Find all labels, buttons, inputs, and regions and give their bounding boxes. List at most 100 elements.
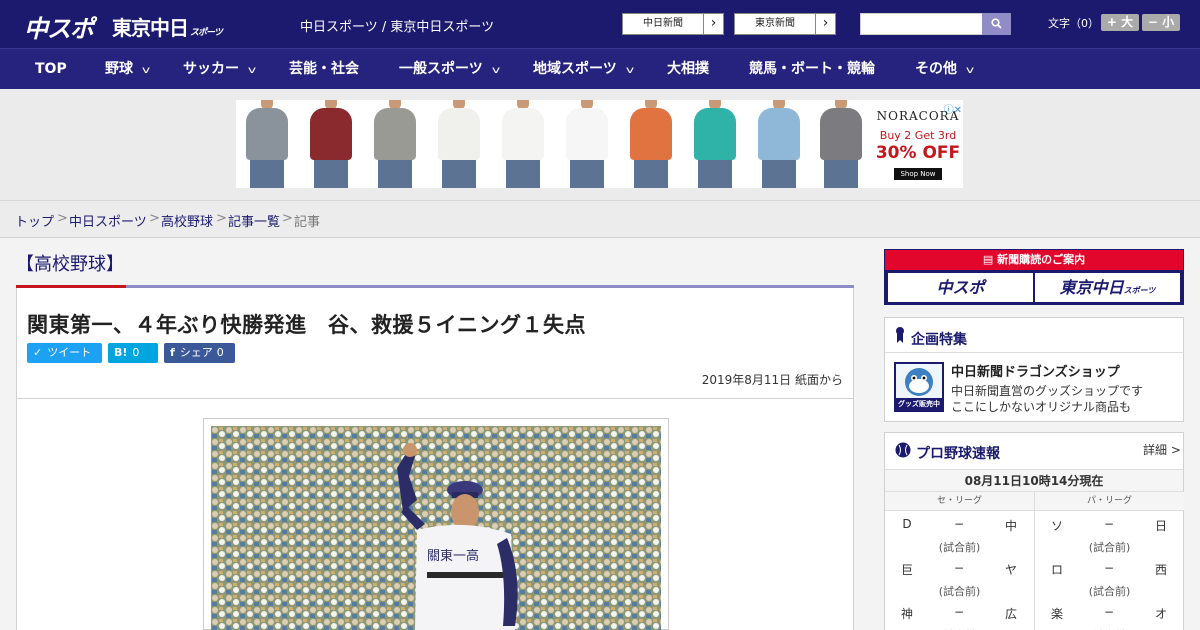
ad-product-image[interactable] <box>236 100 298 188</box>
search-button[interactable] <box>982 13 1011 35</box>
shirt-shape <box>438 108 480 160</box>
pitcher-photo-illustration: 關東一高 <box>211 426 661 630</box>
ad-product-image[interactable] <box>300 100 362 188</box>
category-title[interactable]: 【高校野球】 <box>16 250 124 276</box>
breadcrumb-article-list[interactable]: 記事一覧 <box>228 211 280 230</box>
font-size-label: 文字（0） <box>1048 17 1099 30</box>
tokyo-logo-sub: スポーツ <box>190 28 223 38</box>
chevron-right-icon: › <box>815 14 835 34</box>
chevron-down-icon: v <box>491 65 500 76</box>
promo-header: ▤ 新聞購読のご案内 <box>885 250 1183 270</box>
search-icon <box>991 18 1002 29</box>
nav-item-sumo[interactable]: 大相撲 <box>667 49 709 90</box>
chunichi-shimbun-link[interactable]: 中日新聞 › <box>622 13 724 35</box>
ad-product-image[interactable] <box>748 100 810 188</box>
ad-product-image[interactable] <box>428 100 490 188</box>
baseball-icon <box>895 442 911 458</box>
article-photo[interactable]: 關東一高 <box>211 426 661 630</box>
newspaper-icon: ▤ <box>982 253 998 266</box>
ad-product-image[interactable] <box>492 100 554 188</box>
nav-item-label: その他 <box>915 61 957 77</box>
nav-item-label: 芸能・社会 <box>289 61 359 77</box>
scores-updated-time: 08月11日10時14分現在 <box>885 469 1183 492</box>
article: 関東第一、４年ぶり快勝発進 谷、救援５イニング１失点 ✓ ツイート B! 0 f シェ… <box>16 288 854 630</box>
chuspo-logo[interactable]: 中スポ <box>24 9 94 44</box>
ad-product-image[interactable] <box>620 100 682 188</box>
shirt-shape <box>694 108 736 160</box>
nav-item-other[interactable]: その他 v <box>915 49 974 90</box>
subscription-promo[interactable]: ▤ 新聞購読のご案内 中スポ 東京中日スポーツ <box>884 249 1184 305</box>
game-status[interactable]: (試合前) <box>1035 539 1184 555</box>
away-team: 日 <box>1154 519 1167 533</box>
promo-chuspo-logo[interactable]: 中スポ <box>888 273 1033 302</box>
article-date: 2019年8月11日 紙面から <box>701 373 843 387</box>
jeans-shape <box>634 160 668 188</box>
ad-shop-now-button[interactable]: Shop Now <box>894 168 942 180</box>
jeans-shape <box>762 160 796 188</box>
home-team: ソ <box>1050 519 1063 533</box>
shirt-shape <box>246 108 288 160</box>
dragons-shop-thumbnail[interactable]: グッズ販売中 <box>894 362 944 412</box>
font-size-decrease-button[interactable]: − 小 <box>1142 14 1180 31</box>
nav-item-soccer[interactable]: サッカー v <box>183 49 256 90</box>
ad-product-image[interactable] <box>810 100 872 188</box>
score-separator: − <box>1103 517 1115 531</box>
game-status[interactable]: (試合前) <box>885 539 1034 555</box>
font-size-increase-button[interactable]: + 大 <box>1101 14 1139 31</box>
feature-name[interactable]: 中日新聞ドラゴンズショップ <box>951 361 1120 380</box>
game-status[interactable]: (試合前) <box>885 583 1034 599</box>
search-input[interactable] <box>860 13 983 35</box>
nav-item-label: 競馬・ボート・競輪 <box>749 61 875 77</box>
nav-item-local-sports[interactable]: 地域スポーツ v <box>533 49 634 90</box>
nav-item-label: 野球 <box>105 61 133 77</box>
ad-banner[interactable] <box>236 100 963 188</box>
chevron-down-icon: v <box>625 65 634 76</box>
promo-tokyo-chunichi-logo[interactable]: 東京中日スポーツ <box>1035 273 1180 302</box>
home-team: ロ <box>1050 563 1063 577</box>
pro-baseball-scores: プロ野球速報 詳細 > 08月11日10時14分現在 セ・リーグ パ・リーグ D… <box>884 432 1184 630</box>
away-team: ヤ <box>1004 563 1017 577</box>
breadcrumb-high-school-baseball[interactable]: 高校野球 <box>161 211 213 230</box>
away-team: 中 <box>1004 519 1017 533</box>
chevron-right-icon: › <box>703 14 723 34</box>
jeans-shape <box>824 160 858 188</box>
nav-item-general-sports[interactable]: 一般スポーツ v <box>399 49 500 90</box>
ad-product-image[interactable] <box>684 100 746 188</box>
home-team: 神 <box>900 607 913 621</box>
scores-details-link[interactable]: 詳細 > <box>1143 441 1181 458</box>
paper-link-label: 東京新聞 <box>755 18 795 29</box>
nav-item-keiba[interactable]: 競馬・ボート・競輪 <box>749 49 875 90</box>
home-team: 楽 <box>1050 607 1063 621</box>
away-team: 広 <box>1004 607 1017 621</box>
score-separator: − <box>953 561 965 575</box>
feature-description: 中日新聞直営のグッズショップです <box>951 384 1144 398</box>
jeans-shape <box>314 160 348 188</box>
hatena-bookmark-button[interactable]: B! 0 <box>108 343 158 363</box>
nav-item-entertainment[interactable]: 芸能・社会 <box>289 49 359 90</box>
feature-title: 企画特集 <box>911 332 967 348</box>
ad-product-image[interactable] <box>556 100 618 188</box>
facebook-share-button[interactable]: f シェア 0 <box>164 343 235 363</box>
nav-item-baseball[interactable]: 野球 v <box>105 49 151 90</box>
nav-item-top[interactable]: TOP <box>35 49 67 90</box>
breadcrumb-chunichi-sports[interactable]: 中日スポーツ <box>69 211 147 230</box>
site-name[interactable]: 中日スポーツ / 東京中日スポーツ <box>300 16 494 35</box>
ad-product-image[interactable] <box>364 100 426 188</box>
breadcrumb-separator: > <box>149 211 160 226</box>
tweet-button[interactable]: ✓ ツイート <box>27 343 102 363</box>
game-status[interactable]: (試合前) <box>1035 583 1184 599</box>
tokyo-chunichi-logo[interactable]: 東京中日 スポーツ <box>112 12 223 41</box>
ad-offer-line1: Buy 2 Get 3rd <box>879 129 957 142</box>
score-separator: − <box>1103 561 1115 575</box>
home-team: 巨 <box>900 563 913 577</box>
top-header: 中スポ 東京中日 スポーツ 中日スポーツ / 東京中日スポーツ 中日新聞 › 東京… <box>0 0 1200 48</box>
chevron-down-icon: v <box>141 65 151 76</box>
tokyo-logo-text: 東京中日 <box>112 16 189 40</box>
svg-text:關東一高: 關東一高 <box>427 548 479 564</box>
hatena-icon: B! <box>114 346 128 359</box>
breadcrumb-separator: > <box>282 211 293 226</box>
tokyo-shimbun-link[interactable]: 東京新聞 › <box>734 13 836 35</box>
ad-choices-icon[interactable]: ⓘ✕ <box>932 101 962 116</box>
breadcrumb-top[interactable]: トップ <box>15 211 54 230</box>
nav-item-label: TOP <box>35 61 67 77</box>
